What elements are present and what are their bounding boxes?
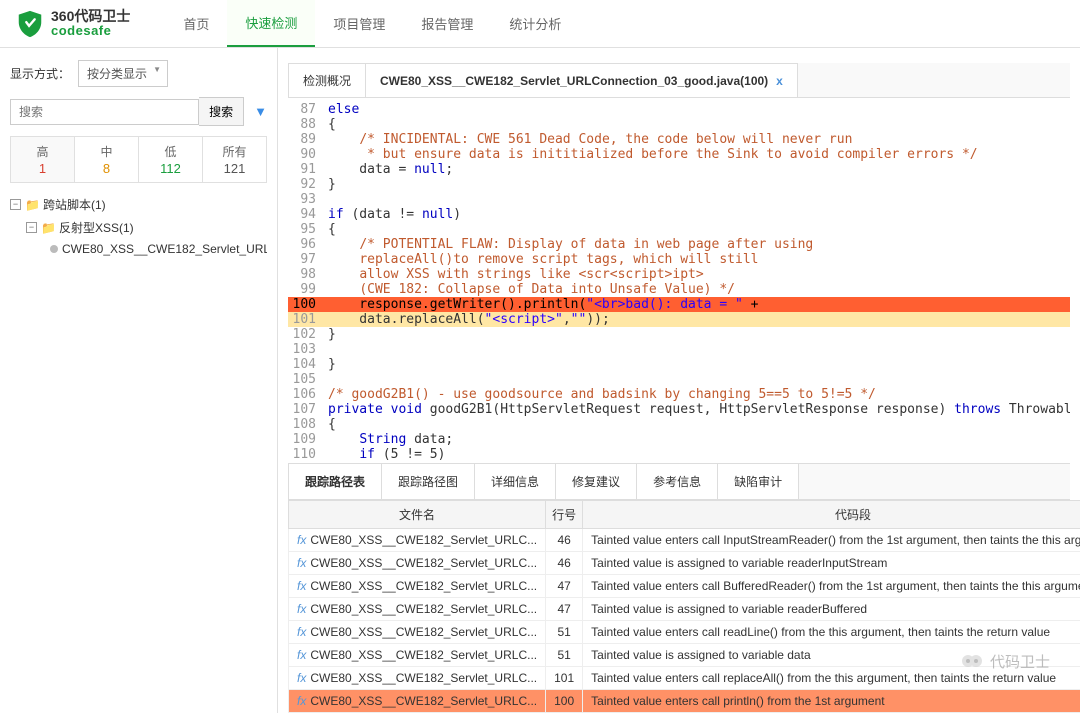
code-line: 103 <box>288 342 1070 357</box>
severity-tab[interactable]: 低112 <box>139 137 203 182</box>
code-line: 98 allow XSS with strings like <scr<scri… <box>288 267 1070 282</box>
file-dot-icon <box>50 245 58 253</box>
logo[interactable]: 360代码卫士 codesafe <box>0 9 145 39</box>
tree-child[interactable]: − 📁 反射型XSS(1) <box>10 216 267 239</box>
nav-item[interactable]: 项目管理 <box>315 0 403 47</box>
tab-overview[interactable]: 检测概况 <box>288 63 366 97</box>
code-line: 94if (data != null) <box>288 207 1070 222</box>
tab-file[interactable]: CWE80_XSS__CWE182_Servlet_URLConnection_… <box>365 63 798 97</box>
severity-tab[interactable]: 高1 <box>11 137 75 182</box>
filter-icon[interactable]: ▼ <box>254 104 267 119</box>
collapse-icon[interactable]: − <box>26 222 37 233</box>
code-line: 104} <box>288 357 1070 372</box>
trace-row[interactable]: fxCWE80_XSS__CWE182_Servlet_URLC...51Tai… <box>289 644 1080 667</box>
code-line: 97 replaceAll()to remove script tags, wh… <box>288 252 1070 267</box>
code-line: 93 <box>288 192 1070 207</box>
code-line: 96 /* POTENTIAL FLAW: Display of data in… <box>288 237 1070 252</box>
tree-root[interactable]: − 📁 跨站脚本(1) <box>10 193 267 216</box>
trace-table: 文件名 行号 代码段 fxCWE80_XSS__CWE182_Servlet_U… <box>288 500 1080 713</box>
display-mode-label: 显示方式： <box>10 65 70 82</box>
code-line: 105 <box>288 372 1070 387</box>
th-line: 行号 <box>546 501 583 529</box>
code-line: 107private void goodG2B1(HttpServletRequ… <box>288 402 1070 417</box>
trace-row[interactable]: fxCWE80_XSS__CWE182_Servlet_URLC...46Tai… <box>289 529 1080 552</box>
main-panel: 检测概况 CWE80_XSS__CWE182_Servlet_URLConnec… <box>278 48 1080 713</box>
folder-icon: 📁 <box>41 221 56 235</box>
severity-tabs: 高1中8低112所有121 <box>10 136 267 183</box>
code-line: 90 * but ensure data is inititialized be… <box>288 147 1070 162</box>
th-file: 文件名 <box>289 501 546 529</box>
code-line: 87else <box>288 102 1070 117</box>
search-button[interactable]: 搜索 <box>199 97 244 126</box>
tree-leaf[interactable]: CWE80_XSS__CWE182_Servlet_URLConne <box>10 239 267 259</box>
detail-tab[interactable]: 详细信息 <box>475 464 556 499</box>
search-input[interactable] <box>10 99 199 125</box>
code-line: 108{ <box>288 417 1070 432</box>
detail-tabs: 跟踪路径表跟踪路径图详细信息修复建议参考信息缺陷审计 <box>288 463 1070 500</box>
code-line: 101 data.replaceAll("<script>","")); <box>288 312 1070 327</box>
code-line: 88{ <box>288 117 1070 132</box>
trace-row[interactable]: fxCWE80_XSS__CWE182_Servlet_URLC...100Ta… <box>289 690 1080 713</box>
detail-tab[interactable]: 参考信息 <box>637 464 718 499</box>
code-line: 109 String data; <box>288 432 1070 447</box>
nav-item[interactable]: 统计分析 <box>491 0 579 47</box>
nav-item[interactable]: 首页 <box>165 0 227 47</box>
detail-tab[interactable]: 修复建议 <box>556 464 637 499</box>
code-line: 102} <box>288 327 1070 342</box>
main-nav: 首页快速检测项目管理报告管理统计分析 <box>165 0 579 47</box>
detail-tab[interactable]: 跟踪路径表 <box>288 464 382 499</box>
severity-tab[interactable]: 所有121 <box>203 137 266 182</box>
code-view[interactable]: 87else88{89 /* INCIDENTAL: CWE 561 Dead … <box>288 98 1070 463</box>
code-line: 110 if (5 != 5) <box>288 447 1070 462</box>
trace-row[interactable]: fxCWE80_XSS__CWE182_Servlet_URLC...47Tai… <box>289 598 1080 621</box>
code-line: 99 (CWE 182: Collapse of Data into Unsaf… <box>288 282 1070 297</box>
header: 360代码卫士 codesafe 首页快速检测项目管理报告管理统计分析 <box>0 0 1080 48</box>
nav-item[interactable]: 快速检测 <box>227 0 315 47</box>
detail-tab[interactable]: 缺陷审计 <box>718 464 799 499</box>
shield-icon <box>15 9 45 39</box>
folder-icon: 📁 <box>25 198 40 212</box>
close-icon[interactable]: x <box>776 74 783 88</box>
code-line: 100 response.getWriter().println("<br>ba… <box>288 297 1070 312</box>
nav-item[interactable]: 报告管理 <box>403 0 491 47</box>
sidebar: 显示方式： 按分类显示 搜索 ▼ 高1中8低112所有121 − 📁 跨站脚本(… <box>0 48 278 713</box>
collapse-icon[interactable]: − <box>10 199 21 210</box>
display-mode-select[interactable]: 按分类显示 <box>78 60 168 87</box>
severity-tab[interactable]: 中8 <box>75 137 139 182</box>
trace-row[interactable]: fxCWE80_XSS__CWE182_Servlet_URLC...101Ta… <box>289 667 1080 690</box>
code-line: 95{ <box>288 222 1070 237</box>
code-line: 91 data = null; <box>288 162 1070 177</box>
detail-tab[interactable]: 跟踪路径图 <box>382 464 475 499</box>
trace-row[interactable]: fxCWE80_XSS__CWE182_Servlet_URLC...47Tai… <box>289 575 1080 598</box>
code-line: 92} <box>288 177 1070 192</box>
th-snippet: 代码段 <box>583 501 1080 529</box>
logo-text: 360代码卫士 codesafe <box>51 9 130 39</box>
code-line: 89 /* INCIDENTAL: CWE 561 Dead Code, the… <box>288 132 1070 147</box>
code-line: 106/* goodG2B1() - use goodsource and ba… <box>288 387 1070 402</box>
trace-row[interactable]: fxCWE80_XSS__CWE182_Servlet_URLC...51Tai… <box>289 621 1080 644</box>
vuln-tree: − 📁 跨站脚本(1) − 📁 反射型XSS(1) CWE80_XSS__CWE… <box>10 193 267 259</box>
trace-row[interactable]: fxCWE80_XSS__CWE182_Servlet_URLC...46Tai… <box>289 552 1080 575</box>
editor-tabs: 检测概况 CWE80_XSS__CWE182_Servlet_URLConnec… <box>288 63 1070 98</box>
